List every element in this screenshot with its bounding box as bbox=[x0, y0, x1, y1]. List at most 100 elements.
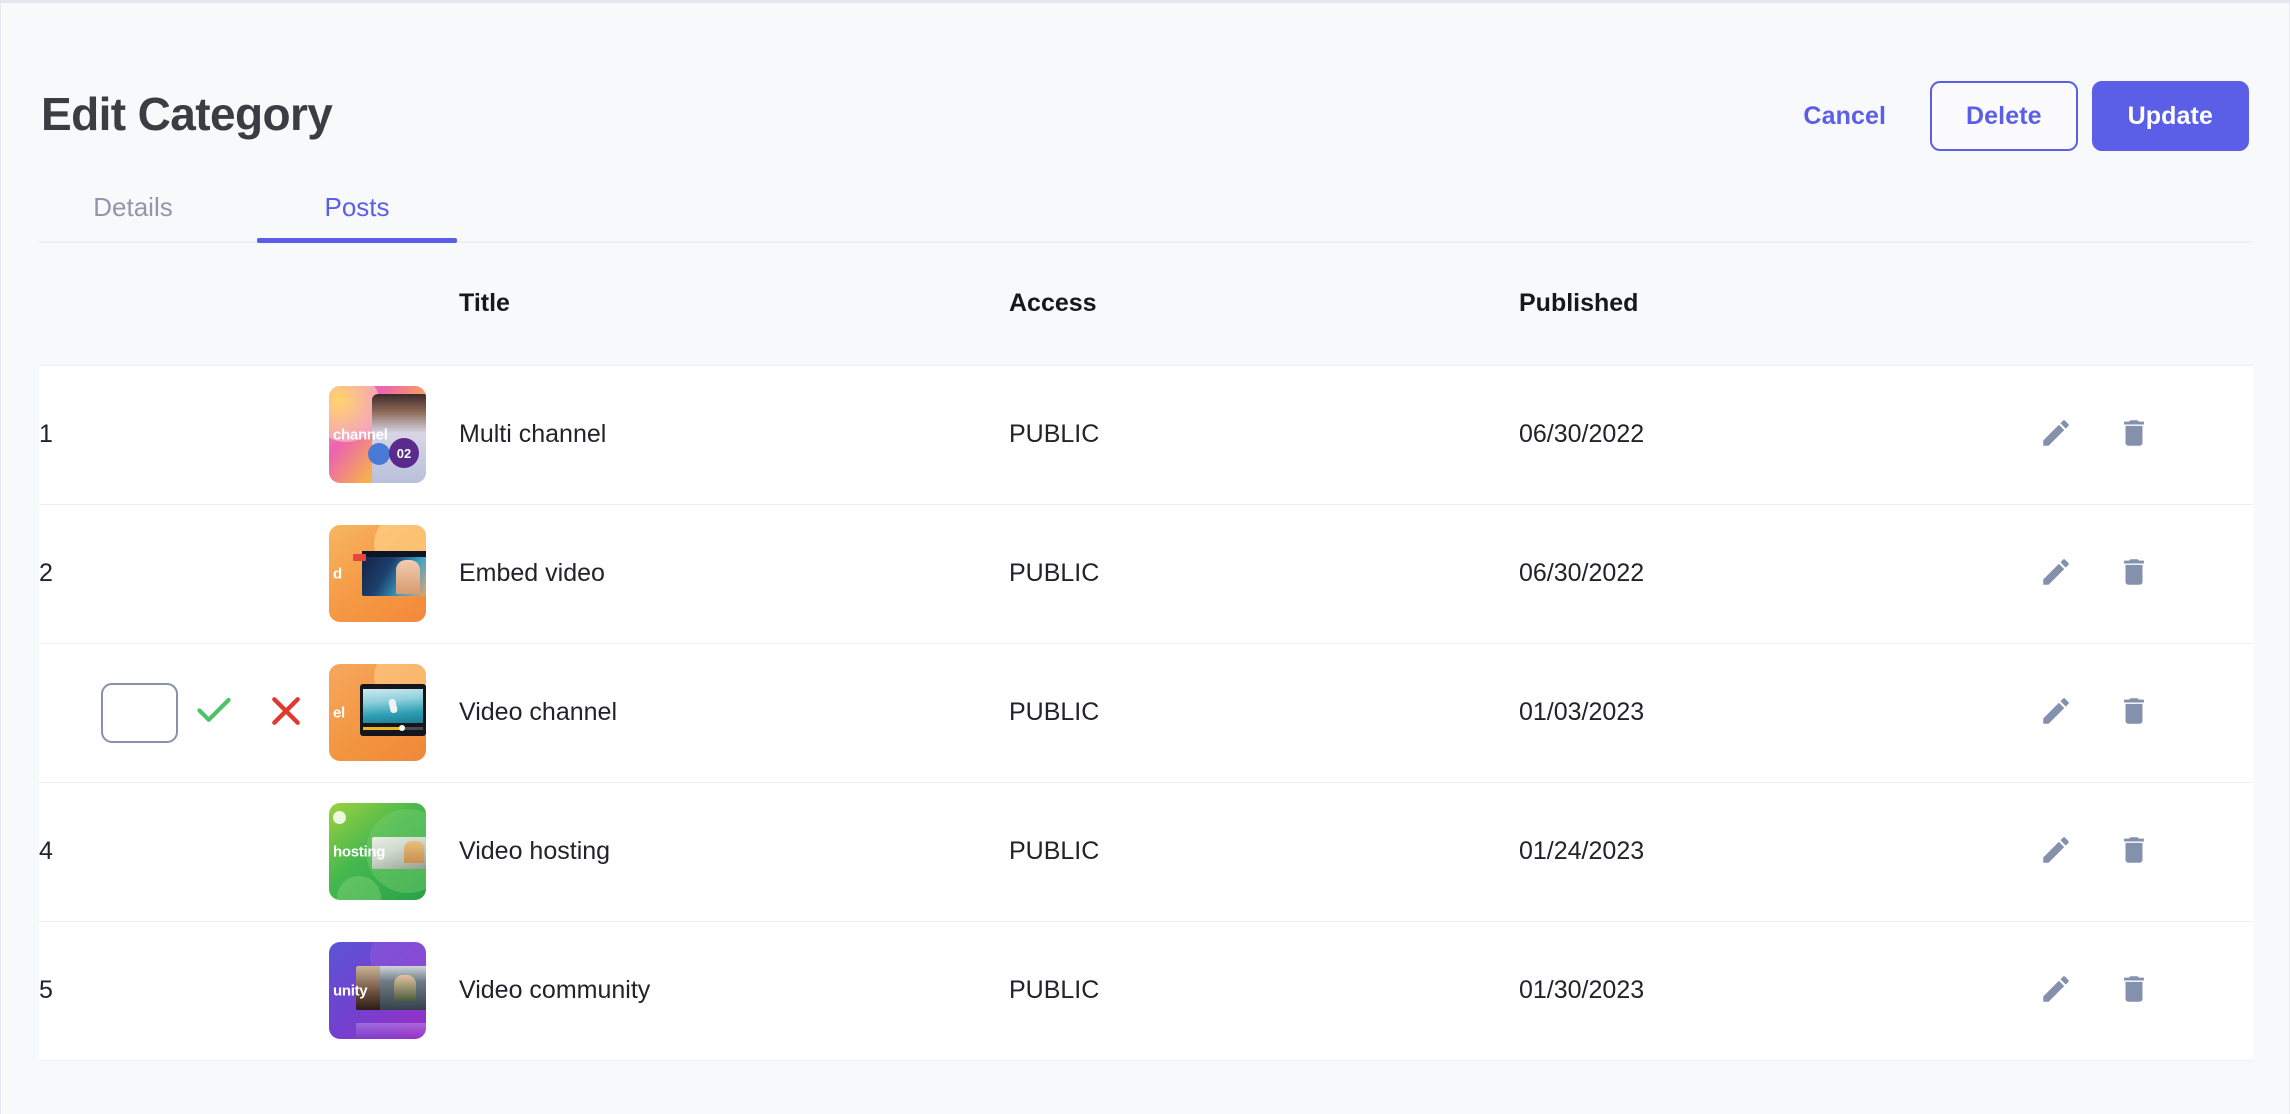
table-header: Title Access Published bbox=[39, 243, 2253, 366]
post-access: PUBLIC bbox=[1009, 976, 1100, 1004]
post-access: PUBLIC bbox=[1009, 837, 1100, 865]
update-button[interactable]: Update bbox=[2091, 81, 2249, 151]
row-number: 1 bbox=[39, 420, 53, 448]
row-access-cell: PUBLIC bbox=[1009, 504, 1519, 644]
post-published-date: 01/03/2023 bbox=[1519, 698, 1645, 726]
posts-table-container: Title Access Published 1 02 channel Multi c… bbox=[1, 243, 2289, 1061]
row-number-cell: 4 bbox=[39, 782, 329, 922]
thumbnail-label: channel bbox=[333, 426, 388, 443]
delete-button[interactable]: Delete bbox=[1930, 81, 2078, 151]
tab-posts[interactable]: Posts bbox=[257, 171, 457, 243]
delete-post-button[interactable] bbox=[2115, 972, 2153, 1010]
confirm-order-button[interactable] bbox=[178, 683, 250, 743]
row-actions-cell bbox=[2029, 782, 2253, 922]
row-number: 2 bbox=[39, 559, 53, 587]
row-thumbnail-cell: 02 channel bbox=[329, 365, 459, 505]
trash-icon bbox=[2117, 694, 2151, 731]
row-number-cell: 1 bbox=[39, 365, 329, 505]
row-thumbnail-cell: hosting bbox=[329, 782, 459, 922]
row-actions-cell bbox=[2029, 643, 2253, 783]
row-number-cell: 2 bbox=[39, 504, 329, 644]
column-header-published: Published bbox=[1519, 243, 2029, 366]
edit-post-button[interactable] bbox=[2037, 416, 2075, 454]
thumbnail-label: el bbox=[333, 704, 345, 721]
post-published-date: 06/30/2022 bbox=[1519, 420, 1645, 448]
edit-category-page: Edit Category Cancel Delete Update Detai… bbox=[0, 0, 2290, 1114]
cancel-order-button[interactable] bbox=[250, 683, 322, 743]
edit-post-button[interactable] bbox=[2037, 694, 2075, 732]
post-published-date: 01/30/2023 bbox=[1519, 976, 1645, 1004]
pencil-icon bbox=[2039, 416, 2073, 453]
pencil-icon bbox=[2039, 694, 2073, 731]
delete-post-button[interactable] bbox=[2115, 833, 2153, 871]
close-icon bbox=[266, 691, 306, 734]
table-row: 2 d Embed video PUBLIC 06/30/2022 bbox=[39, 504, 2253, 644]
post-access: PUBLIC bbox=[1009, 698, 1100, 726]
delete-post-button[interactable] bbox=[2115, 555, 2153, 593]
pencil-icon bbox=[2039, 555, 2073, 592]
header-actions: Cancel Delete Update bbox=[1773, 81, 2249, 151]
trash-icon bbox=[2117, 555, 2151, 592]
row-title-cell: Embed video bbox=[459, 504, 1009, 644]
post-title: Embed video bbox=[459, 559, 605, 587]
table-body: 1 02 channel Multi channel PUBLIC 06/30/2022 2… bbox=[39, 365, 2253, 1061]
trash-icon bbox=[2117, 833, 2151, 870]
tab-details[interactable]: Details bbox=[63, 171, 203, 243]
row-number: 5 bbox=[39, 976, 53, 1004]
delete-post-button[interactable] bbox=[2115, 416, 2153, 454]
row-thumbnail-cell: d bbox=[329, 504, 459, 644]
thumbnail-label: d bbox=[333, 565, 342, 582]
post-title: Multi channel bbox=[459, 420, 607, 448]
table-row: 5 unity Video community PUBLIC 01/30/2023 bbox=[39, 921, 2253, 1061]
row-actions-cell bbox=[2029, 504, 2253, 644]
row-published-cell: 06/30/2022 bbox=[1519, 365, 2029, 505]
post-title: Video hosting bbox=[459, 837, 611, 865]
row-title-cell: Video community bbox=[459, 921, 1009, 1061]
row-access-cell: PUBLIC bbox=[1009, 782, 1519, 922]
post-title: Video community bbox=[459, 976, 651, 1004]
post-published-date: 06/30/2022 bbox=[1519, 559, 1645, 587]
column-header-thumbnail bbox=[329, 243, 459, 366]
trash-icon bbox=[2117, 416, 2151, 453]
trash-icon bbox=[2117, 972, 2151, 1009]
post-thumbnail: d bbox=[329, 525, 426, 622]
column-header-number bbox=[39, 243, 329, 366]
post-access: PUBLIC bbox=[1009, 420, 1100, 448]
table-row: 1 02 channel Multi channel PUBLIC 06/30/2022 bbox=[39, 365, 2253, 505]
tab-bar: Details Posts bbox=[1, 171, 2289, 243]
edit-post-button[interactable] bbox=[2037, 972, 2075, 1010]
cancel-button[interactable]: Cancel bbox=[1773, 81, 1916, 151]
column-header-title: Title bbox=[459, 243, 1009, 366]
row-order-input[interactable] bbox=[101, 682, 178, 743]
row-title-cell: Multi channel bbox=[459, 365, 1009, 505]
table-row: 4 hosting Video hosting PUBLIC 01/24/2023 bbox=[39, 782, 2253, 922]
row-number-cell: 5 bbox=[39, 921, 329, 1061]
table-row: el Video channel PUBLIC 01/03/2023 bbox=[39, 643, 2253, 783]
delete-post-button[interactable] bbox=[2115, 694, 2153, 732]
edit-post-button[interactable] bbox=[2037, 555, 2075, 593]
pencil-icon bbox=[2039, 833, 2073, 870]
pencil-icon bbox=[2039, 972, 2073, 1009]
thumbnail-label: unity bbox=[333, 982, 368, 999]
post-published-date: 01/24/2023 bbox=[1519, 837, 1645, 865]
row-published-cell: 01/30/2023 bbox=[1519, 921, 2029, 1061]
thumbnail-episode-badge: 02 bbox=[389, 438, 419, 468]
row-published-cell: 01/24/2023 bbox=[1519, 782, 2029, 922]
row-published-cell: 01/03/2023 bbox=[1519, 643, 2029, 783]
row-title-cell: Video channel bbox=[459, 643, 1009, 783]
post-title: Video channel bbox=[459, 698, 618, 726]
row-published-cell: 06/30/2022 bbox=[1519, 504, 2029, 644]
edit-post-button[interactable] bbox=[2037, 833, 2075, 871]
row-number: 4 bbox=[39, 837, 53, 865]
column-header-actions bbox=[2029, 243, 2253, 366]
post-thumbnail: el bbox=[329, 664, 426, 761]
row-access-cell: PUBLIC bbox=[1009, 921, 1519, 1061]
posts-table: Title Access Published 1 02 channel Multi c… bbox=[39, 243, 2253, 1061]
check-icon bbox=[193, 690, 235, 735]
post-thumbnail: hosting bbox=[329, 803, 426, 900]
page-title: Edit Category bbox=[41, 88, 333, 140]
post-thumbnail: unity bbox=[329, 942, 426, 1039]
row-order-edit-cell bbox=[39, 643, 329, 783]
row-access-cell: PUBLIC bbox=[1009, 643, 1519, 783]
thumbnail-label: hosting bbox=[333, 843, 386, 860]
